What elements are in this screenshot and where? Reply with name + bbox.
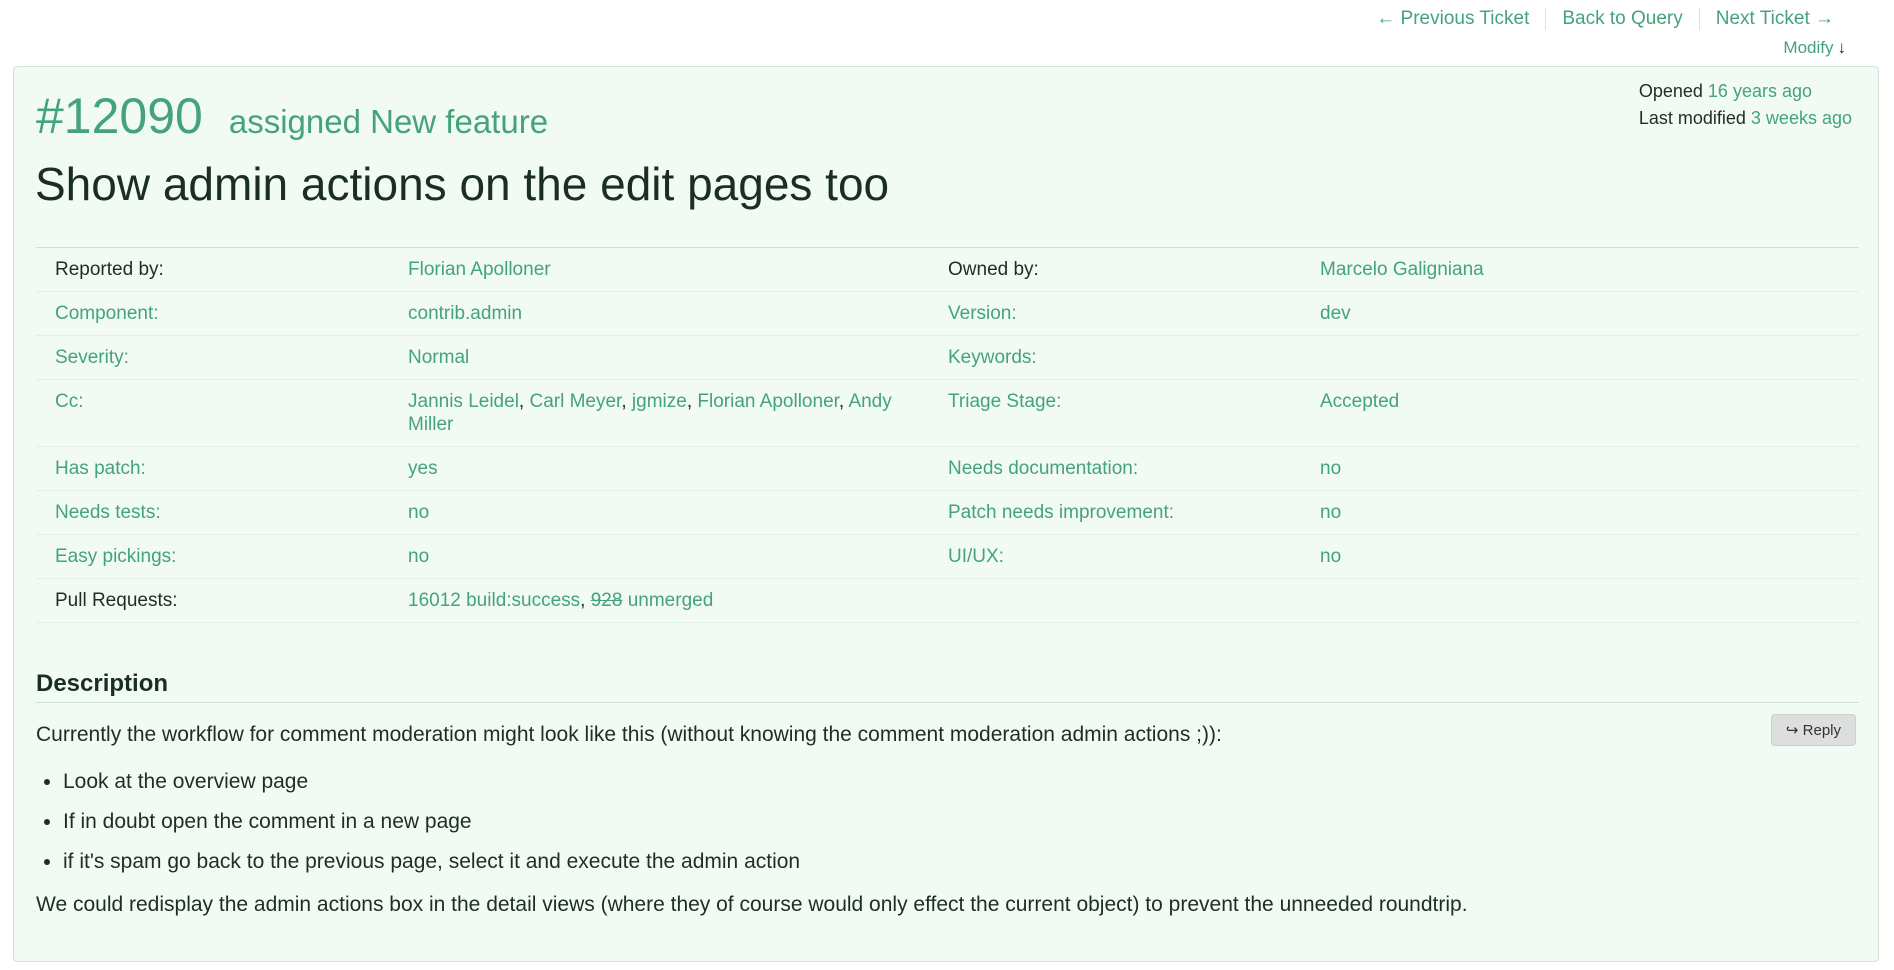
opened-label: Opened <box>1638 81 1703 101</box>
needs-tests-label-link[interactable]: Needs tests: <box>55 502 161 523</box>
severity-label-link[interactable]: Severity: <box>55 347 129 368</box>
component-value-link[interactable]: contrib.admin <box>408 303 522 324</box>
next-ticket-link[interactable]: Next Ticket → <box>1700 6 1834 32</box>
property-row: Component: contrib.admin Version: dev <box>36 292 1859 336</box>
ticket-properties: Reported by: Florian Apolloner Owned by:… <box>36 247 1859 623</box>
property-row: Needs tests: no Patch needs improvement:… <box>36 491 1859 535</box>
owner-link[interactable]: Marcelo Galigniana <box>1320 259 1484 280</box>
modify-link-container: Modify ↓ <box>1783 38 1846 58</box>
severity-value-link[interactable]: Normal <box>408 347 469 368</box>
uiux-label-link[interactable]: UI/UX: <box>948 546 1004 567</box>
modify-link[interactable]: Modify <box>1783 38 1833 57</box>
ticket-summary: Show admin actions on the edit pages too <box>35 158 890 210</box>
ticket-navigation: ← Previous Ticket Back to Query Next Tic… <box>1360 6 1834 32</box>
description-body: Currently the workflow for comment moder… <box>36 720 1796 920</box>
ticket-status: assigned New feature <box>228 103 549 140</box>
property-row: Has patch: yes Needs documentation: no <box>36 447 1859 491</box>
description-paragraph: Currently the workflow for comment moder… <box>36 723 1222 746</box>
cc-person-link[interactable]: Jannis Leidel <box>408 391 519 412</box>
reported-by-label: Reported by: <box>55 259 164 280</box>
back-to-query-link[interactable]: Back to Query <box>1546 6 1698 32</box>
description-paragraph: We could redisplay the admin actions box… <box>36 893 1468 916</box>
modified-time-link[interactable]: 3 weeks ago <box>1751 108 1852 128</box>
needs-docs-label-link[interactable]: Needs documentation: <box>948 458 1138 479</box>
needs-tests-value-link[interactable]: no <box>408 502 429 523</box>
cc-list: Jannis Leidel, Carl Meyer, jgmize, Flori… <box>408 391 892 435</box>
modified-row: Last modified 3 weeks ago <box>1639 105 1852 132</box>
pull-requests-list: 16012 build:success, 928 unmerged <box>408 590 714 611</box>
cc-label-link[interactable]: Cc: <box>55 391 84 412</box>
pull-requests-label: Pull Requests: <box>55 590 178 611</box>
has-patch-label-link[interactable]: Has patch: <box>55 458 146 479</box>
keywords-value <box>1320 336 1859 379</box>
pull-request-link[interactable]: 928 <box>591 590 623 611</box>
ticket-panel: Opened 16 years ago Last modified 3 week… <box>13 66 1879 962</box>
triage-label-link[interactable]: Triage Stage: <box>948 391 1061 412</box>
ticket-dates: Opened 16 years ago Last modified 3 week… <box>1639 78 1852 132</box>
has-patch-value-link[interactable]: yes <box>408 458 438 479</box>
property-row: Easy pickings: no UI/UX: no <box>36 535 1859 579</box>
pull-request-link[interactable]: 16012 build:success <box>408 590 580 611</box>
opened-time-link[interactable]: 16 years ago <box>1708 81 1812 101</box>
cc-person-link[interactable]: jgmize <box>632 391 687 412</box>
reporter-link[interactable]: Florian Apolloner <box>408 259 551 280</box>
version-value-link[interactable]: dev <box>1320 303 1351 324</box>
property-row: Pull Requests: 16012 build:success, 928 … <box>36 579 1859 623</box>
needs-docs-value-link[interactable]: no <box>1320 458 1341 479</box>
ticket-id-link[interactable]: #12090 <box>36 87 203 145</box>
cc-person-link[interactable]: Carl Meyer <box>529 391 621 412</box>
list-item: if it's spam go back to the previous pag… <box>63 842 1796 882</box>
owned-by-label: Owned by: <box>948 259 1039 280</box>
description-list: Look at the overview page If in doubt op… <box>63 762 1796 882</box>
property-row: Cc: Jannis Leidel, Carl Meyer, jgmize, F… <box>36 380 1859 447</box>
cc-person-link[interactable]: Florian Apolloner <box>697 391 839 412</box>
version-label-link[interactable]: Version: <box>948 303 1017 324</box>
list-item: Look at the overview page <box>63 762 1796 802</box>
patch-improve-label-link[interactable]: Patch needs improvement: <box>948 502 1174 523</box>
patch-improve-value-link[interactable]: no <box>1320 502 1341 523</box>
ticket-header: #12090 assigned New feature <box>36 87 548 145</box>
arrow-down-icon: ↓ <box>1837 38 1847 57</box>
opened-row: Opened 16 years ago <box>1639 78 1852 105</box>
list-item: If in doubt open the comment in a new pa… <box>63 802 1796 842</box>
component-label-link[interactable]: Component: <box>55 303 159 324</box>
easy-pickings-label-link[interactable]: Easy pickings: <box>55 546 176 567</box>
property-row: Reported by: Florian Apolloner Owned by:… <box>36 248 1859 292</box>
property-row: Severity: Normal Keywords: <box>36 336 1859 380</box>
modified-label: Last modified <box>1638 108 1746 128</box>
description-divider <box>36 702 1859 703</box>
previous-ticket-link[interactable]: ← Previous Ticket <box>1360 6 1545 32</box>
triage-value-link[interactable]: Accepted <box>1320 391 1399 412</box>
easy-pickings-value-link[interactable]: no <box>408 546 429 567</box>
keywords-label-link[interactable]: Keywords: <box>948 347 1037 368</box>
pull-request-status[interactable]: unmerged <box>628 590 714 611</box>
description-heading: Description <box>36 670 169 697</box>
uiux-value-link[interactable]: no <box>1320 546 1341 567</box>
